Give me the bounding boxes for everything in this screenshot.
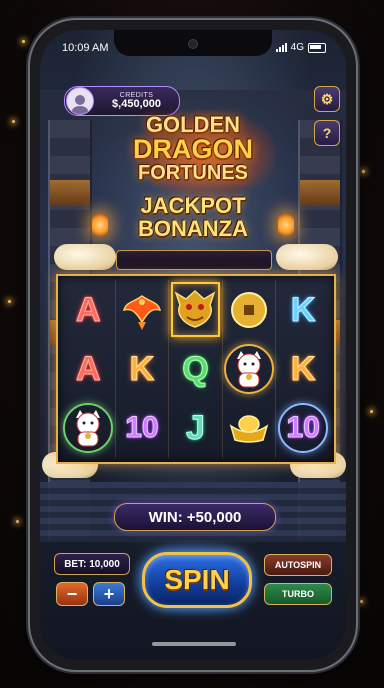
lantern-right	[278, 214, 294, 236]
symbol-a: A	[76, 290, 102, 329]
jackpot-line-2: BONANZA	[138, 216, 248, 242]
sparkle	[22, 40, 25, 43]
sparkle	[8, 300, 11, 303]
gold-coin-icon	[231, 291, 268, 328]
game-screen: 10:09 AM 4G CREDITS $,450,000 ⚙ ? GOLDEN	[40, 30, 346, 660]
balance-value: $,450,000	[112, 98, 161, 110]
battery-icon	[308, 42, 326, 53]
symbol-k: K	[290, 290, 316, 329]
sparkle	[362, 170, 365, 173]
cloud-left	[54, 244, 116, 270]
reel-cell: J	[169, 398, 223, 458]
reel-cell	[62, 398, 116, 458]
symbol-j: J	[186, 409, 206, 448]
decrease-bet-button[interactable]: −	[56, 582, 88, 606]
reel-cell: A	[62, 280, 116, 340]
settings-button[interactable]: ⚙	[314, 86, 340, 112]
reel-cell: 10	[276, 399, 330, 458]
autospin-button[interactable]: AUTOSPIN	[264, 554, 332, 576]
reel-cell: Q	[169, 339, 223, 399]
sparkle	[12, 120, 15, 123]
reel-cell: K	[276, 339, 330, 398]
reel-cell: 10	[116, 398, 170, 458]
spin-button[interactable]: SPIN	[142, 552, 252, 608]
gear-icon: ⚙	[320, 90, 334, 107]
reel-cell: A	[62, 339, 116, 399]
jackpot-meter	[116, 250, 272, 270]
symbol-q: Q	[182, 349, 209, 388]
status-indicators: 4G	[275, 42, 326, 53]
symbol-k: K	[129, 349, 155, 388]
sparkle	[370, 410, 373, 413]
turbo-button[interactable]: TURBO	[264, 583, 332, 605]
jackpot-title: JACKPOT BONANZA	[106, 194, 280, 240]
increase-bet-button[interactable]: +	[93, 582, 125, 606]
gold-ingot-icon	[229, 415, 269, 444]
reel-cell	[223, 398, 277, 458]
symbol-k: K	[290, 349, 316, 388]
reel-cell	[223, 280, 277, 340]
bet-value: 10,000	[89, 558, 120, 570]
win-display: WIN: +50,000	[114, 503, 276, 531]
avatar[interactable]	[66, 87, 94, 115]
game-logo: GOLDEN DRAGON FORTUNES	[106, 112, 280, 184]
network-label: 4G	[290, 42, 304, 53]
logo-line-2: DRAGON	[133, 134, 253, 164]
sparkle	[360, 600, 363, 603]
win-value: +50,000	[186, 508, 242, 526]
status-time: 10:09 AM	[62, 42, 109, 54]
reel-cell	[169, 280, 223, 340]
win-highlight	[171, 282, 220, 338]
bet-label: BET:	[64, 558, 87, 570]
sparkle	[16, 520, 19, 523]
signal-icon	[275, 43, 287, 52]
win-label: WIN:	[148, 508, 183, 526]
reel-grid: A K A K Q K 10 J 10	[62, 280, 330, 458]
bet-display: BET: 10,000	[54, 553, 130, 575]
home-indicator[interactable]	[152, 642, 236, 646]
phoenix-icon	[122, 294, 161, 330]
phone-frame: 10:09 AM 4G CREDITS $,450,000 ⚙ ? GOLDEN	[30, 20, 356, 670]
reel-cell	[116, 280, 170, 340]
camera-icon	[188, 39, 198, 49]
reel-cell: K	[116, 339, 170, 399]
symbol-10: 10	[125, 411, 159, 445]
reel-cell	[223, 339, 277, 399]
reel-cell: K	[276, 280, 330, 339]
symbol-a: A	[76, 349, 102, 388]
jackpot-line-1: JACKPOT	[140, 193, 246, 218]
help-button[interactable]: ?	[314, 120, 340, 146]
help-icon: ?	[322, 125, 332, 141]
logo-line-3: FORTUNES	[138, 162, 248, 184]
reel-window: A K A K Q K 10 J 10	[56, 274, 336, 464]
logo-line-1: GOLDEN	[145, 112, 241, 137]
cloud-right	[276, 244, 338, 270]
